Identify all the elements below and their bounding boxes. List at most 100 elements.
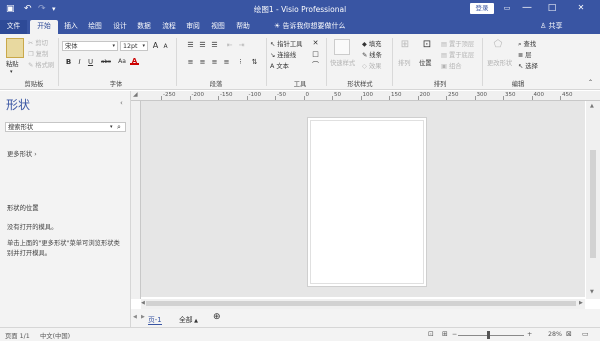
cut-button[interactable]: ✂ 剪切 xyxy=(28,38,48,47)
collapse-ribbon-icon[interactable]: ⌃ xyxy=(588,79,593,86)
align-right-icon[interactable]: ≡ xyxy=(210,58,219,66)
change-case-button[interactable]: Aa xyxy=(116,58,128,66)
strikethrough-button[interactable]: abc xyxy=(99,58,113,66)
ribbon-display-icon[interactable]: ▭ xyxy=(498,2,516,14)
horizontal-scroll-thumb[interactable] xyxy=(146,301,576,306)
pointer-tool-button[interactable]: ↖ 指针工具 xyxy=(270,39,302,48)
all-pages-button[interactable]: 全部 ▲ xyxy=(179,314,198,324)
search-icon[interactable]: ⌕ xyxy=(117,123,121,132)
tab-view[interactable]: 视图 xyxy=(207,20,229,34)
quick-styles-icon[interactable] xyxy=(334,39,350,55)
change-shape-button[interactable]: 更改形状 xyxy=(487,58,512,67)
tab-review[interactable]: 审阅 xyxy=(182,20,204,34)
bring-to-front-button[interactable]: ▤ 置于顶层 xyxy=(441,39,474,48)
ruler-tick xyxy=(360,96,362,100)
shape-search-input[interactable]: 搜索形状 ▾ ⌕ xyxy=(5,122,126,132)
underline-button[interactable]: U xyxy=(86,58,95,66)
drawing-page[interactable] xyxy=(307,117,427,287)
group-button[interactable]: ▣ 组合 xyxy=(441,61,462,70)
pan-zoom-icon[interactable]: ⊞ xyxy=(442,330,448,338)
fill-icon: ◆ xyxy=(362,41,369,48)
select-button[interactable]: ↖ 选择 xyxy=(518,61,538,70)
close-icon[interactable]: ✕ xyxy=(311,39,320,47)
tab-help[interactable]: 帮助 xyxy=(232,20,254,34)
align-left-icon[interactable]: ≡ xyxy=(186,58,195,66)
tab-process[interactable]: 流程 xyxy=(158,20,180,34)
vertical-scroll-thumb[interactable] xyxy=(590,150,596,258)
justify-icon[interactable]: ≡ xyxy=(222,58,231,66)
language-indicator[interactable]: 中文(中国) xyxy=(40,331,70,340)
previous-page-icon[interactable]: ◀ xyxy=(133,314,137,320)
page-tab-1[interactable]: 页-1 xyxy=(148,314,162,325)
send-to-back-button[interactable]: ▤ 置于底层 xyxy=(441,50,474,59)
tab-design[interactable]: 设计 xyxy=(109,20,131,34)
chevron-down-icon[interactable]: ▾ xyxy=(110,123,113,132)
connector-button[interactable]: ↘ 连接线 xyxy=(270,50,296,59)
connector-label: 连接线 xyxy=(277,52,297,59)
effects-button[interactable]: ◇ 效果 xyxy=(362,61,381,70)
decrease-indent-icon[interactable]: ⇤ xyxy=(225,41,234,49)
scroll-down-icon[interactable]: ▼ xyxy=(590,289,594,295)
close-button[interactable]: ✕ xyxy=(572,2,590,14)
quick-styles-button[interactable]: 快速样式 xyxy=(330,58,355,67)
text-tool-button[interactable]: A 文本 xyxy=(270,61,289,70)
position-button[interactable]: 位置 xyxy=(419,58,432,67)
line-button[interactable]: ✎ 线条 xyxy=(362,50,382,59)
add-page-button[interactable]: ⊕ xyxy=(213,312,221,322)
paste-icon[interactable] xyxy=(6,38,24,58)
tab-file[interactable]: 文件 xyxy=(0,20,27,34)
scroll-left-icon[interactable]: ◀ xyxy=(141,300,145,306)
more-shapes-menu[interactable]: 更多形状 › xyxy=(7,149,37,158)
bold-button[interactable]: B xyxy=(64,58,73,66)
page-indicator[interactable]: 页面 1/1 xyxy=(5,331,30,340)
rectangle-icon[interactable]: □ xyxy=(311,50,320,58)
fit-window-icon[interactable]: ⊠ xyxy=(566,330,572,338)
share-button[interactable]: ♙ 共享 xyxy=(540,21,563,32)
grow-font-button[interactable]: A xyxy=(151,42,160,50)
text-direction-icon[interactable]: ⇅ xyxy=(250,58,259,66)
scroll-up-icon[interactable]: ▲ xyxy=(590,103,594,109)
tab-draw[interactable]: 绘图 xyxy=(84,20,106,34)
increase-indent-icon[interactable]: ⇥ xyxy=(237,41,246,49)
zoom-slider-thumb[interactable] xyxy=(487,331,490,339)
fill-button[interactable]: ◆ 填充 xyxy=(362,39,381,48)
layers-button[interactable]: ≣ 层 xyxy=(518,50,532,59)
next-page-icon[interactable]: ▶ xyxy=(141,314,145,320)
tell-me-box[interactable]: ☀ 告诉我你想要做什么 xyxy=(274,21,346,32)
zoom-out-button[interactable]: − xyxy=(452,331,457,338)
find-button[interactable]: ⌕ 查找 xyxy=(518,39,536,49)
login-button[interactable]: 登录 xyxy=(470,3,494,14)
switch-window-icon[interactable]: ▭ xyxy=(582,330,589,338)
format-painter-button[interactable]: ✎ 格式刷 xyxy=(28,60,54,69)
align-icon[interactable]: ⊞ xyxy=(399,40,411,53)
position-icon[interactable]: ⊡ xyxy=(421,40,433,53)
minimize-button[interactable]: — xyxy=(518,2,536,14)
font-color-button[interactable]: A xyxy=(130,57,139,65)
font-size-select[interactable]: 12pt ▾ xyxy=(120,41,148,51)
align-center-icon[interactable]: ≡ xyxy=(198,58,207,66)
tab-insert[interactable]: 插入 xyxy=(60,20,82,34)
paste-dropdown-icon[interactable]: ▾ xyxy=(10,69,13,75)
copy-button[interactable]: ❐ 复制 xyxy=(28,49,48,58)
shrink-font-button[interactable]: A xyxy=(161,43,170,51)
align-bottom-icon[interactable]: ☰ xyxy=(210,41,219,49)
italic-button[interactable]: I xyxy=(75,58,84,66)
align-middle-icon[interactable]: ☰ xyxy=(198,41,207,49)
change-shape-icon[interactable]: ⬠ xyxy=(492,40,504,53)
tab-data[interactable]: 数据 xyxy=(133,20,155,34)
collapse-pane-icon[interactable]: ‹ xyxy=(120,99,123,107)
paste-button[interactable]: 粘贴 xyxy=(6,59,19,68)
scroll-right-icon[interactable]: ▶ xyxy=(579,300,583,306)
tab-home[interactable]: 开始 xyxy=(30,20,58,34)
zoom-in-button[interactable]: + xyxy=(527,331,532,338)
bullets-icon[interactable]: ⁝ xyxy=(236,58,245,66)
fit-page-icon[interactable]: ⊡ xyxy=(428,330,434,338)
line-icon[interactable]: ⌒ xyxy=(311,61,320,69)
font-name-select[interactable]: 宋体 ▾ xyxy=(62,41,118,51)
zoom-slider[interactable] xyxy=(458,335,524,336)
align-top-icon[interactable]: ☰ xyxy=(186,41,195,49)
zoom-level[interactable]: 28% xyxy=(548,331,562,338)
restore-button[interactable]: □ xyxy=(543,2,561,14)
align-button[interactable]: 排列 xyxy=(398,58,411,67)
tell-me-text: 告诉我你想要做什么 xyxy=(282,22,346,30)
